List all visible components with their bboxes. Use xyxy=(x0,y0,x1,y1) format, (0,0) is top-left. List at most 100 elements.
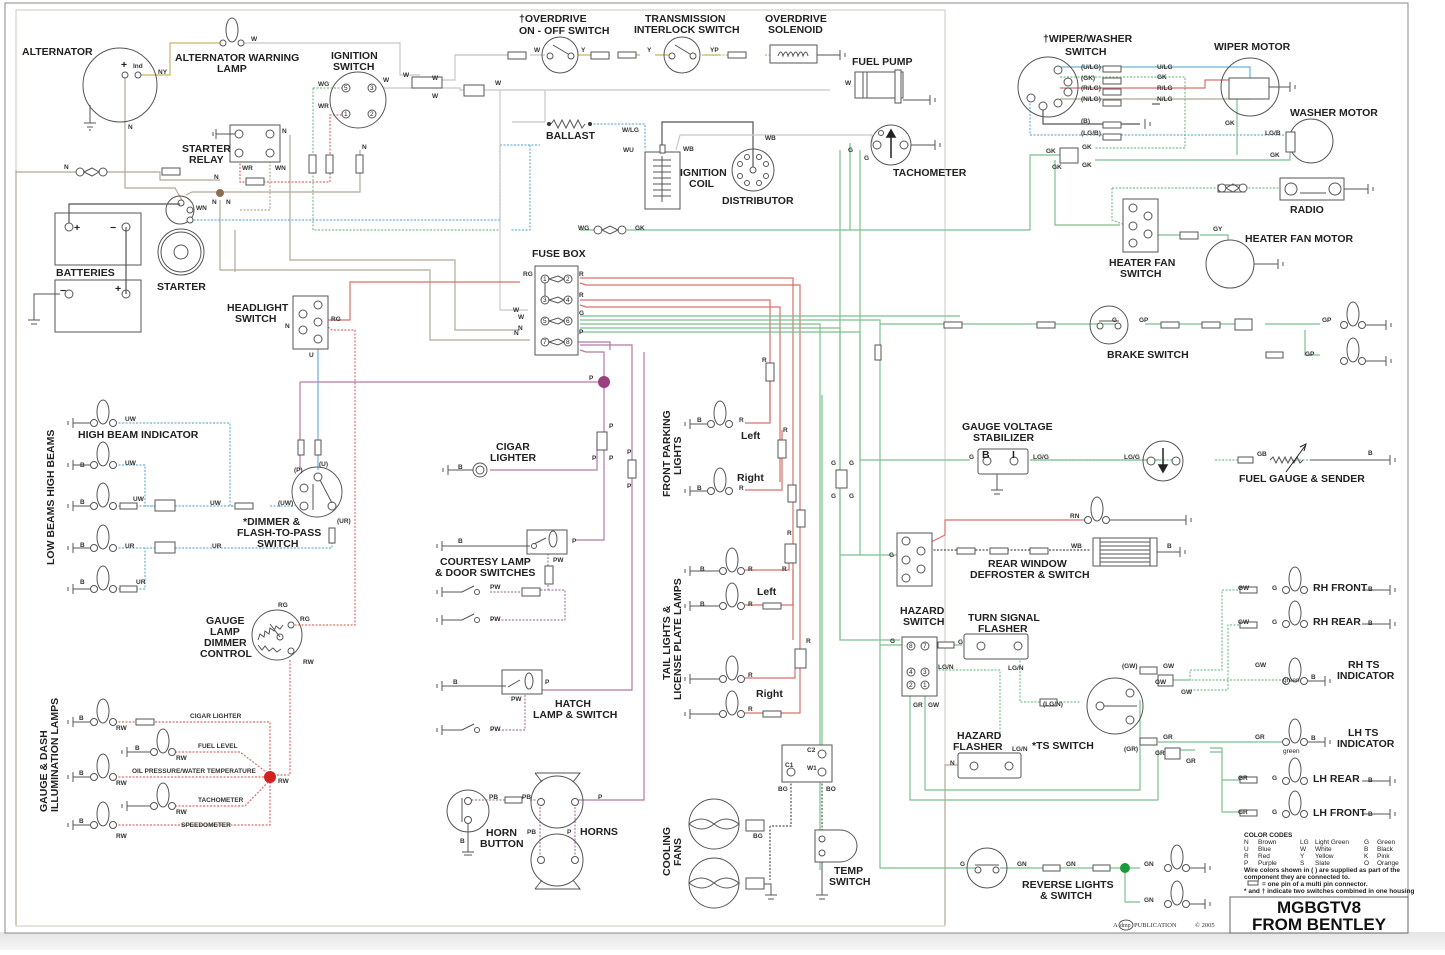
wire-label: UW xyxy=(210,500,222,507)
label-solenoid-2: SOLENOID xyxy=(768,24,823,36)
wire-label: PW xyxy=(490,616,501,623)
pin-c1 xyxy=(265,129,275,139)
wire-label: B xyxy=(1311,735,1316,742)
lamp-terminal xyxy=(109,585,117,593)
pin-label: 1 xyxy=(923,682,927,689)
wire-label: G xyxy=(849,460,854,467)
hazard-flasher[interactable] xyxy=(957,752,1022,779)
lamp-terminal xyxy=(219,39,227,47)
legend-code: Y xyxy=(1300,853,1305,860)
pin xyxy=(1128,203,1138,213)
ignition-coil[interactable] xyxy=(644,144,681,210)
fuse-terminal xyxy=(1217,183,1227,193)
junction-red xyxy=(264,771,276,783)
wire-label: R xyxy=(748,601,753,608)
post xyxy=(737,173,743,179)
wire-label: (U) xyxy=(319,461,328,468)
lamp-terminal xyxy=(725,487,733,495)
pin-1 xyxy=(313,334,323,344)
lamp-terminal xyxy=(1102,516,1110,524)
pin xyxy=(1026,93,1036,103)
inline-connector xyxy=(1036,321,1056,329)
pin-3 xyxy=(901,555,911,565)
wire-label: B xyxy=(458,538,463,545)
headlight-switch[interactable] xyxy=(292,295,329,350)
terminal xyxy=(546,52,554,60)
wire-label: W xyxy=(403,72,410,79)
label-reverse-2: & SWITCH xyxy=(1040,890,1092,902)
legend-color: Blue xyxy=(1258,846,1271,853)
wire-label: WN xyxy=(196,205,207,212)
pin xyxy=(299,501,309,511)
lamp-terminal xyxy=(90,461,98,469)
wire-label: RW xyxy=(278,778,290,785)
terminal xyxy=(878,130,884,136)
wiring-diagram-svg: 5 3 1 2 + − − + 1 2 3 4 5 6 7 8 8 7 4 3 … xyxy=(0,2,1445,950)
label-beams: LOW BEAMS HIGH BEAMS xyxy=(45,430,57,565)
wire-label: G xyxy=(864,155,869,162)
legend-note: Wire colors shown in ( ) are supplied as… xyxy=(1244,867,1400,874)
coil-tower xyxy=(659,144,666,154)
fuse-terminal xyxy=(75,167,85,177)
wire-label: P xyxy=(545,679,550,686)
pin-2 xyxy=(916,546,926,556)
legend-code: B xyxy=(1364,846,1368,853)
terminal xyxy=(1146,456,1156,466)
terminal xyxy=(567,52,575,60)
label-gauge-dimmer-4: CONTROL xyxy=(200,648,252,660)
legend-code: LG xyxy=(1300,839,1309,846)
lamp-terminal xyxy=(109,821,117,829)
terminal xyxy=(186,216,194,224)
lamp-terminal xyxy=(737,602,745,610)
wire-label: P xyxy=(598,794,603,801)
wire-label: R xyxy=(787,530,792,537)
wire-label: G xyxy=(1272,809,1277,816)
wire-label: (LG/B) xyxy=(1081,130,1101,137)
label-interlock-2: INTERLOCK SWITCH xyxy=(634,24,740,36)
multipin-connector-icon xyxy=(1247,880,1259,886)
fuse-number: 2 xyxy=(566,276,570,283)
wire-label: RW xyxy=(116,780,128,787)
terminal xyxy=(571,856,579,864)
inline-connector xyxy=(765,362,775,382)
lamp-terminal xyxy=(737,675,745,683)
pin-3 xyxy=(313,317,323,327)
fuse-box[interactable]: 1 2 3 4 5 6 7 8 xyxy=(534,265,579,356)
wire-label: (UR) xyxy=(337,518,351,525)
turn-signal-flasher[interactable] xyxy=(963,633,1029,660)
terminal xyxy=(474,589,480,595)
label-ignition-2: SWITCH xyxy=(333,61,374,73)
wire-label: B xyxy=(453,679,458,686)
junction-connector xyxy=(835,469,848,489)
post xyxy=(744,154,750,160)
wire-label: R xyxy=(739,417,744,424)
lamp-terminal xyxy=(1282,777,1290,785)
wire-label: (GK) xyxy=(1081,75,1095,82)
wire-label: GR xyxy=(1163,734,1173,741)
legend-code: R xyxy=(1244,853,1249,860)
pin xyxy=(1053,98,1063,108)
label-parking-left: Left xyxy=(741,430,761,442)
label-rh-rear: RH REAR xyxy=(1313,616,1361,628)
label-batteries: BATTERIES xyxy=(56,267,115,279)
wire-label: G xyxy=(848,147,853,154)
wire-label: B xyxy=(458,464,463,471)
minus-sign: − xyxy=(110,222,116,234)
wire-label: (UW) xyxy=(278,500,293,507)
junction-connector xyxy=(154,541,176,554)
label-defroster-2: DEFROSTER & SWITCH xyxy=(970,569,1090,581)
label-dash-fuel: FUEL LEVEL xyxy=(198,743,238,750)
terminal xyxy=(547,122,551,126)
inline-connector xyxy=(119,585,138,593)
wire-label: G xyxy=(969,454,974,461)
label-heater-switch-2: SWITCH xyxy=(1120,268,1161,280)
wire-label: (P) xyxy=(294,467,303,474)
lamp-terminal xyxy=(150,748,158,756)
hatch-lamp-body xyxy=(501,669,543,695)
wire-label: (R/LG) xyxy=(1081,85,1101,92)
temp-switch-body xyxy=(814,829,858,863)
wire-label: N xyxy=(212,199,217,206)
legend-note: = one pin of a multi pin connector. xyxy=(1262,881,1368,888)
wire-label: R xyxy=(748,566,753,573)
lamp-terminal xyxy=(109,502,117,510)
